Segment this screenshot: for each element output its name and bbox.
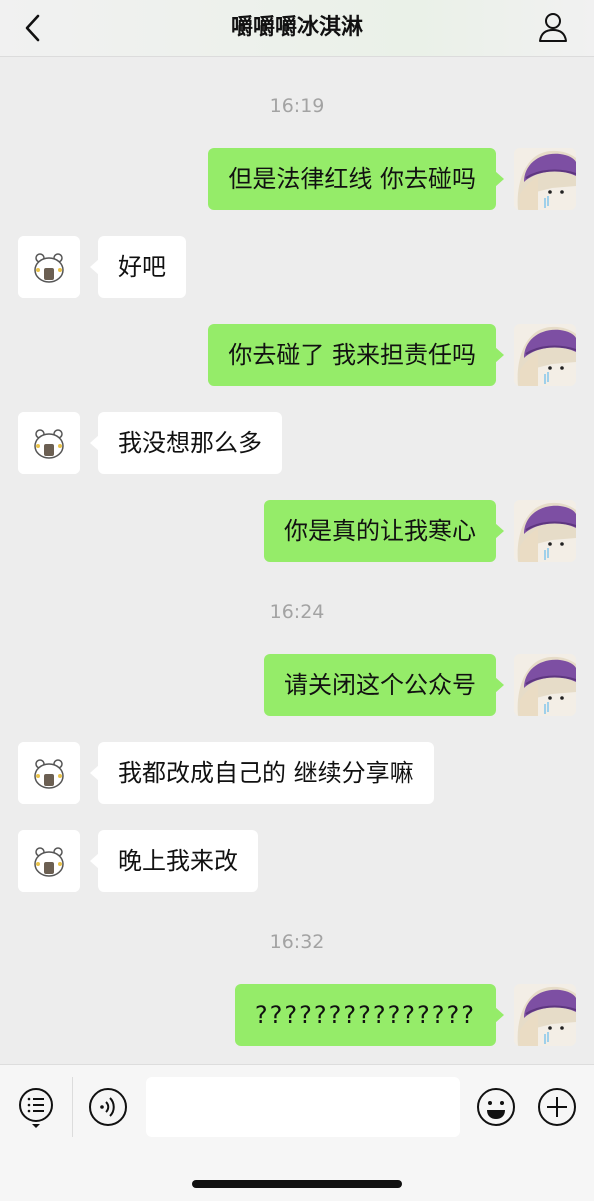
message-bubble-sent[interactable]: 你去碰了 我来担责任吗 [208, 324, 504, 386]
my-avatar[interactable] [514, 984, 576, 1046]
message-bubble-received[interactable]: 好吧 [90, 236, 186, 298]
message-bubble-sent[interactable]: 请关闭这个公众号 [264, 654, 504, 716]
message-timestamp: 16:24 [269, 601, 325, 623]
plus-icon[interactable] [537, 1087, 577, 1127]
contact-avatar[interactable] [18, 742, 80, 804]
smiley-icon[interactable] [476, 1087, 516, 1127]
message-bubble-sent[interactable]: 但是法律红线 你去碰吗 [208, 148, 504, 210]
contact-avatar[interactable] [18, 830, 80, 892]
my-avatar[interactable] [514, 148, 576, 210]
message-timestamp: 16:19 [269, 95, 325, 117]
my-avatar[interactable] [514, 500, 576, 562]
message-bubble-received[interactable]: 我都改成自己的 继续分享嘛 [90, 742, 434, 804]
my-avatar[interactable] [514, 654, 576, 716]
my-avatar[interactable] [514, 324, 576, 386]
message-bubble-sent[interactable]: 你是真的让我寒心 [264, 500, 504, 562]
voice-icon[interactable] [88, 1087, 128, 1127]
message-bubble-sent[interactable]: ??????????????? [234, 984, 505, 1046]
list-menu-icon[interactable] [18, 1087, 56, 1129]
chat-title: 嚼嚼嚼冰淇淋 [230, 15, 363, 40]
chat-header: 嚼嚼嚼冰淇淋 [0, 0, 594, 57]
home-indicator[interactable] [192, 1180, 402, 1188]
contact-avatar[interactable] [18, 412, 80, 474]
message-bubble-received[interactable]: 晚上我来改 [90, 830, 258, 892]
message-bubble-received[interactable]: 我没想那么多 [90, 412, 282, 474]
message-input[interactable] [146, 1077, 460, 1137]
divider [72, 1077, 73, 1137]
person-icon[interactable] [536, 10, 570, 44]
contact-avatar[interactable] [18, 236, 80, 298]
message-timestamp: 16:32 [269, 931, 325, 953]
